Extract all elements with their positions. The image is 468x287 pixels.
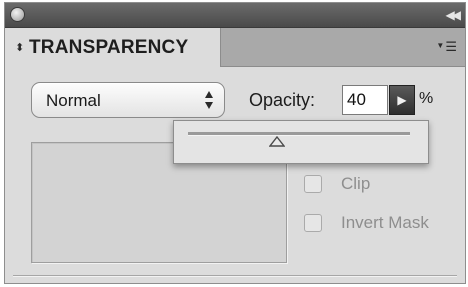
panel-menu-icon[interactable]: ▼☰	[436, 39, 457, 55]
panel-titlebar: ◀◀	[5, 3, 465, 28]
play-arrow-icon: ▶	[397, 93, 407, 107]
percent-label: %	[419, 90, 434, 107]
tab-label: TRANSPARENCY	[29, 37, 189, 58]
select-stepper-icon	[205, 91, 213, 109]
tab-strip: ⬍ TRANSPARENCY ▼☰	[5, 28, 465, 67]
blend-mode-select[interactable]: Normal	[31, 82, 225, 118]
clip-checkbox[interactable]	[304, 175, 322, 193]
blend-mode-value: Normal	[46, 91, 101, 110]
transparency-panel: ◀◀ ⬍ TRANSPARENCY ▼☰ Normal Opacity: 40 …	[4, 2, 466, 284]
opacity-slider-button[interactable]: ▶	[389, 85, 415, 115]
slider-thumb-icon[interactable]	[268, 136, 285, 147]
slider-track[interactable]	[188, 132, 410, 136]
clip-label: Clip	[341, 174, 371, 193]
invert-mask-label: Invert Mask	[341, 213, 429, 232]
collapse-icon[interactable]: ◀◀	[446, 7, 462, 23]
close-icon[interactable]	[11, 8, 24, 21]
divider	[13, 275, 457, 277]
tab-transparency[interactable]: ⬍ TRANSPARENCY	[5, 28, 221, 67]
opacity-slider-popup	[173, 120, 429, 164]
opacity-input[interactable]: 40	[342, 85, 388, 115]
opacity-label: Opacity:	[249, 90, 316, 110]
invert-mask-checkbox[interactable]	[304, 214, 322, 232]
updown-arrows-icon: ⬍	[15, 42, 25, 54]
